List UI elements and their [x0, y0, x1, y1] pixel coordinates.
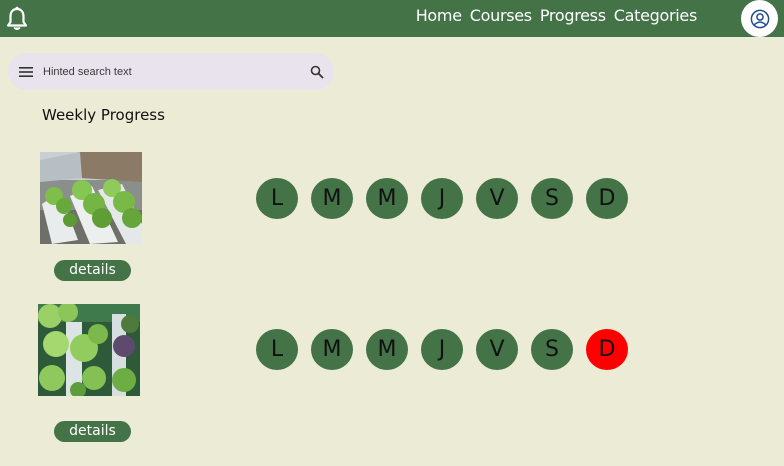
nav-home-link[interactable]: Home [416, 6, 462, 26]
day-indicator[interactable]: M [366, 329, 408, 370]
day-indicator[interactable]: D [586, 178, 628, 219]
day-indicator[interactable]: L [256, 178, 298, 219]
menu-icon[interactable] [19, 66, 33, 78]
search-bar [8, 53, 334, 90]
day-indicator[interactable]: V [476, 178, 518, 219]
search-input[interactable] [43, 63, 293, 81]
day-indicator[interactable]: M [311, 329, 353, 370]
nav-progress-link[interactable]: Progress [540, 6, 606, 26]
details-button[interactable]: details [54, 421, 131, 442]
details-button[interactable]: details [54, 260, 131, 281]
day-indicator[interactable]: V [476, 329, 518, 370]
day-indicator-missed[interactable]: D [586, 329, 628, 370]
day-indicator[interactable]: M [311, 178, 353, 219]
page-title: Weekly Progress [42, 106, 165, 124]
top-app-bar: Home Courses Progress Categories [0, 0, 784, 37]
account-button[interactable] [741, 0, 778, 37]
day-indicator[interactable]: S [531, 329, 573, 370]
account-circle-icon [750, 9, 769, 28]
nav-categories-link[interactable]: Categories [614, 6, 698, 26]
bell-icon[interactable] [6, 6, 28, 31]
nav-courses-link[interactable]: Courses [470, 6, 532, 26]
day-indicator[interactable]: J [421, 178, 463, 219]
vertical-hydroponic-tower-photo [38, 304, 140, 396]
main-nav: Home Courses Progress Categories [416, 6, 698, 26]
day-indicator[interactable]: L [256, 329, 298, 370]
day-indicator[interactable]: S [531, 178, 573, 219]
hydroponic-lettuce-rows-photo [40, 152, 142, 244]
day-indicator[interactable]: M [366, 178, 408, 219]
day-indicator[interactable]: J [421, 329, 463, 370]
week-day-row: L M M J V S D [256, 329, 628, 370]
search-icon[interactable] [310, 65, 324, 79]
week-day-row: L M M J V S D [256, 178, 628, 219]
